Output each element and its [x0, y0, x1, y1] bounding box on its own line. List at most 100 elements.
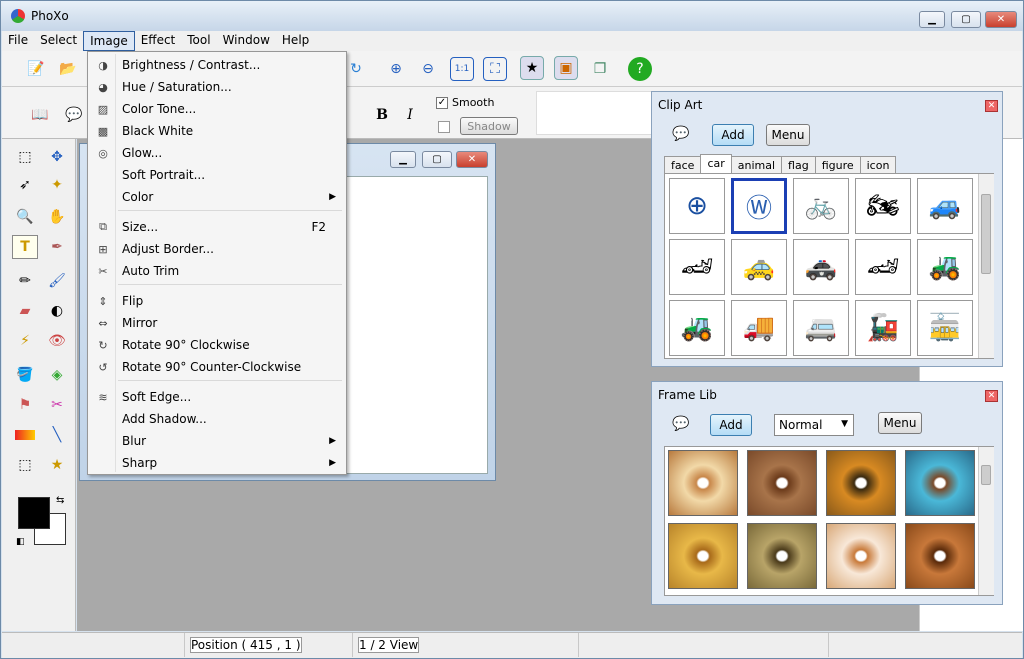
framelib-menu-button[interactable]: Menu — [878, 412, 922, 434]
menu-file[interactable]: File — [2, 31, 34, 51]
eyedropper-icon[interactable]: ✒ — [44, 235, 70, 259]
layers-icon[interactable]: ❐ — [588, 57, 612, 81]
clipart-item-truck[interactable]: 🚚 — [731, 300, 787, 356]
clone-icon[interactable]: ⚡ — [12, 329, 38, 353]
rect-select-icon[interactable]: ⬚ — [12, 145, 38, 169]
clipart-item-race-car[interactable]: 🏎 — [855, 239, 911, 295]
frame-item[interactable] — [668, 523, 738, 589]
clipart-item-police-car[interactable]: 🚓 — [793, 239, 849, 295]
move-icon[interactable]: ✥ — [44, 145, 70, 169]
clipart-item-rv[interactable]: 🚐 — [793, 300, 849, 356]
frame-item[interactable] — [668, 450, 738, 516]
frame-item[interactable] — [747, 523, 817, 589]
frame-item[interactable] — [826, 450, 896, 516]
menu-help[interactable]: Help — [276, 31, 315, 51]
red-eye-icon[interactable]: 👁 — [44, 329, 70, 353]
fit-window-icon[interactable]: ⛶ — [483, 57, 507, 81]
menu-item-auto-trim[interactable]: ✂ Auto Trim — [90, 260, 344, 282]
zoom-tool-icon[interactable]: 🔍 — [12, 205, 38, 229]
reset-colors-icon[interactable]: ◧ — [16, 537, 25, 547]
smooth-checkbox[interactable]: ✓ — [436, 97, 448, 109]
framelib-mode-select[interactable]: Normal ▼ — [774, 414, 854, 436]
clipart-item-suv[interactable]: 🚙 — [917, 178, 973, 234]
zoom-out-icon[interactable]: ⊖ — [416, 57, 440, 81]
shadow-checkbox[interactable] — [438, 121, 450, 133]
menu-effect[interactable]: Effect — [135, 31, 182, 51]
new-file-icon[interactable]: 📝 — [24, 57, 48, 81]
menu-item-flip[interactable]: ⇕ Flip — [90, 290, 344, 312]
swap-colors-icon[interactable]: ⇆ — [56, 495, 64, 506]
clipart-item-bulldozer[interactable]: 🚜 — [917, 239, 973, 295]
transform-icon[interactable]: ⬚ — [12, 453, 38, 477]
clipart-item-locomotive[interactable]: 🚂 — [855, 300, 911, 356]
menu-item-add-shadow[interactable]: Add Shadow... — [90, 408, 344, 430]
frame-scroll-thumb[interactable] — [981, 465, 991, 485]
tip-icon[interactable]: 💬 — [62, 103, 86, 127]
text-tool-icon[interactable]: T — [12, 235, 38, 259]
clipart-toggle-icon[interactable]: ★ — [520, 56, 544, 80]
stamp-icon[interactable]: ⚑ — [12, 393, 38, 417]
minimize-button[interactable]: ▁ — [919, 11, 945, 28]
frame-item[interactable] — [905, 450, 975, 516]
frame-scrollbar[interactable] — [978, 447, 994, 595]
pencil-icon[interactable]: ✏ — [12, 269, 38, 293]
clipart-item-bicycle[interactable]: 🚲 — [793, 178, 849, 234]
frame-item[interactable] — [826, 523, 896, 589]
menu-item-size[interactable]: ⧉ Size... F2 — [90, 216, 344, 238]
menu-item-brightness-contrast[interactable]: ◑ Brightness / Contrast... — [90, 54, 344, 76]
tab-face[interactable]: face — [664, 156, 702, 174]
clipart-item-bmw-logo[interactable]: ⊕ — [669, 178, 725, 234]
refresh-icon[interactable]: ↻ — [344, 57, 368, 81]
frame-item[interactable] — [905, 523, 975, 589]
menu-select[interactable]: Select — [34, 31, 83, 51]
menu-item-soft-portrait[interactable]: Soft Portrait... — [90, 164, 344, 186]
menu-item-rotate-90-counter-clockwise[interactable]: ↺ Rotate 90° Counter-Clockwise — [90, 356, 344, 378]
menu-item-rotate-90-clockwise[interactable]: ↻ Rotate 90° Clockwise — [90, 334, 344, 356]
clipart-menu-button[interactable]: Menu — [766, 124, 810, 146]
menu-item-black-white[interactable]: ▩ Black White — [90, 120, 344, 142]
close-button[interactable]: ✕ — [985, 11, 1017, 28]
tab-figure[interactable]: figure — [814, 156, 861, 174]
doc-close-button[interactable]: ✕ — [456, 151, 488, 168]
clipart-scroll-thumb[interactable] — [981, 194, 991, 274]
zoom-in-icon[interactable]: ⊕ — [384, 57, 408, 81]
tab-animal[interactable]: animal — [730, 156, 783, 174]
clipart-close-button[interactable]: ✕ — [985, 100, 998, 112]
menu-window[interactable]: Window — [217, 31, 276, 51]
clipart-item-motorcycle[interactable]: 🏍 — [855, 178, 911, 234]
clipart-item-tractor[interactable]: 🚜 — [669, 300, 725, 356]
clipart-scrollbar[interactable] — [978, 174, 994, 358]
framelib-add-button[interactable]: Add — [710, 414, 752, 436]
clipart-item-tram[interactable]: 🚋 — [917, 300, 973, 356]
star-shape-icon[interactable]: ★ — [44, 453, 70, 477]
foreground-color-swatch[interactable] — [18, 497, 50, 529]
italic-icon[interactable]: I — [398, 103, 422, 127]
open-folder-icon[interactable]: 📂 — [56, 57, 80, 81]
doc-maximize-button[interactable]: ▢ — [422, 151, 452, 168]
menu-item-blur[interactable]: Blur ▶ — [90, 430, 344, 452]
contrast-icon[interactable]: ◐ — [44, 299, 70, 323]
color-replace-icon[interactable]: ◈ — [44, 363, 70, 387]
clipart-add-button[interactable]: Add — [712, 124, 754, 146]
menu-item-color[interactable]: Color ▶ — [90, 186, 344, 208]
clipart-item-yellow-taxi[interactable]: 🚕 — [731, 239, 787, 295]
help-icon[interactable]: ? — [628, 57, 652, 81]
menu-item-glow[interactable]: ◎ Glow... — [90, 142, 344, 164]
line-icon[interactable]: ╲ — [44, 423, 70, 447]
scissors-icon[interactable]: ✂ — [44, 393, 70, 417]
lasso-icon[interactable]: ➶ — [12, 173, 38, 197]
hand-icon[interactable]: ✋ — [44, 205, 70, 229]
menu-item-color-tone[interactable]: ▨ Color Tone... — [90, 98, 344, 120]
menu-item-mirror[interactable]: ⇔ Mirror — [90, 312, 344, 334]
maximize-button[interactable]: ▢ — [951, 11, 981, 28]
tab-icon[interactable]: icon — [859, 156, 897, 174]
fill-icon[interactable]: 🪣 — [12, 363, 38, 387]
clipart-item-vw-logo[interactable]: Ⓦ — [731, 178, 787, 234]
brush-icon[interactable]: 🖌 — [44, 269, 70, 293]
gradient-icon[interactable] — [15, 430, 35, 440]
bold-icon[interactable]: B — [370, 103, 394, 127]
magic-wand-icon[interactable]: ✦ — [44, 173, 70, 197]
eraser-icon[interactable]: ▰ — [12, 299, 38, 323]
menu-tool[interactable]: Tool — [181, 31, 216, 51]
frame-item[interactable] — [747, 450, 817, 516]
